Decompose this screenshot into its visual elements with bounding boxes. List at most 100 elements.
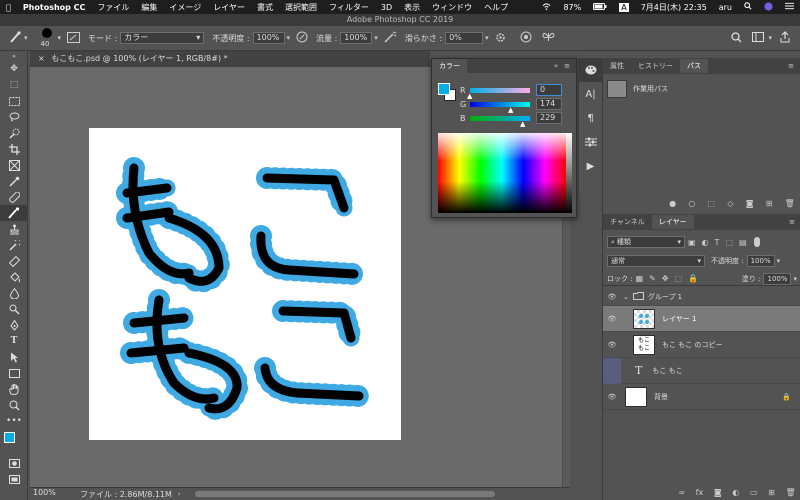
tool-preset-dropdown-icon[interactable]: ▾ <box>24 34 28 42</box>
fill-dropdown-icon[interactable]: ▾ <box>793 275 797 283</box>
smoothing-dropdown-icon[interactable]: ▾ <box>485 34 489 42</box>
layer-style-fx-icon[interactable]: fx <box>696 488 704 497</box>
foreground-color-swatch[interactable] <box>4 432 15 443</box>
notification-center-icon[interactable] <box>779 2 800 12</box>
menu-layer[interactable]: レイヤー <box>207 2 251 13</box>
collapse-panel-icon[interactable]: » <box>554 62 558 70</box>
menu-type[interactable]: 書式 <box>251 2 279 13</box>
g-input[interactable]: 174 <box>536 98 562 110</box>
layer-lock-icon[interactable]: 🔒 <box>782 393 791 401</box>
blur-tool-icon[interactable] <box>0 285 28 301</box>
tab-close-icon[interactable]: × <box>38 54 45 63</box>
menu-help[interactable]: ヘルプ <box>478 2 514 13</box>
screen-mode-icon[interactable] <box>0 471 28 487</box>
tab-channels[interactable]: チャンネル <box>603 215 652 229</box>
b-input[interactable]: 229 <box>536 112 562 124</box>
filter-shape-icon[interactable]: ⬚ <box>725 238 733 247</box>
quick-selection-tool-icon[interactable] <box>0 125 28 141</box>
actions-play-icon[interactable]: ▶ <box>579 154 602 178</box>
add-mask-icon[interactable]: ◙ <box>746 199 754 208</box>
tab-layers[interactable]: レイヤー <box>651 215 694 229</box>
lock-image-icon[interactable]: ✎ <box>649 274 656 283</box>
edit-toolbar-icon[interactable]: ••• <box>0 413 28 429</box>
new-adjustment-layer-icon[interactable]: ◐ <box>732 488 739 497</box>
fill-input[interactable]: 100% <box>763 272 792 285</box>
artboard-tool-icon[interactable]: ⬚ <box>0 77 28 93</box>
lasso-tool-icon[interactable] <box>0 109 28 125</box>
marquee-tool-icon[interactable] <box>0 93 28 109</box>
hand-tool-icon[interactable] <box>0 381 28 397</box>
flow-dropdown-icon[interactable]: ▾ <box>374 34 378 42</box>
color-panel-icon[interactable] <box>579 58 602 82</box>
character-panel-icon[interactable]: A| <box>579 82 602 106</box>
opacity-input[interactable]: 100% <box>252 32 285 44</box>
history-brush-tool-icon[interactable] <box>0 237 28 253</box>
layer-filter-select[interactable]: ⌕ 種類 ▾ <box>607 236 685 248</box>
airbrush-icon[interactable] <box>384 31 397 45</box>
layer-row-background[interactable]: 👁 背景 🔒 <box>603 384 800 410</box>
layer-opacity-dropdown-icon[interactable]: ▾ <box>777 257 781 265</box>
crop-tool-icon[interactable] <box>0 141 28 157</box>
share-icon[interactable] <box>780 31 790 45</box>
visibility-eye-icon[interactable]: 👁 <box>603 341 621 349</box>
clone-stamp-tool-icon[interactable] <box>0 221 28 237</box>
lock-position-icon[interactable]: ✥ <box>662 274 669 283</box>
lock-transparent-icon[interactable]: ▦ <box>636 274 644 283</box>
b-slider[interactable]: ▲ <box>470 115 530 128</box>
g-slider[interactable]: ▲ <box>470 101 530 114</box>
user-name[interactable]: aru <box>713 3 738 12</box>
spotlight-search-icon[interactable] <box>738 2 758 12</box>
fill-path-icon[interactable]: ● <box>669 199 676 208</box>
document-canvas[interactable] <box>89 128 401 440</box>
visibility-toggle-off[interactable] <box>603 357 621 384</box>
search-icon[interactable] <box>731 31 742 45</box>
new-layer-icon[interactable]: ⊞ <box>768 488 775 497</box>
paint-bucket-tool-icon[interactable] <box>0 269 28 285</box>
new-group-icon[interactable]: ▭ <box>750 488 758 497</box>
group-expand-chevron-icon[interactable]: ⌄ <box>623 293 629 301</box>
g-slider-thumb[interactable]: ▲ <box>508 106 513 114</box>
siri-icon[interactable] <box>758 1 779 13</box>
layer-row-group[interactable]: 👁 ⌄ グループ 1 <box>603 288 800 306</box>
eraser-tool-icon[interactable] <box>0 253 28 269</box>
toolbar-collapse-icon[interactable]: » <box>0 51 28 61</box>
menu-window[interactable]: ウィンドウ <box>426 2 478 13</box>
path-selection-tool-icon[interactable] <box>0 349 28 365</box>
document-tab[interactable]: × もこもこ.psd @ 100% (レイヤー 1, RGB/8#) * <box>30 51 430 67</box>
brush-tool-icon[interactable] <box>8 30 22 46</box>
healing-brush-tool-icon[interactable] <box>0 189 28 205</box>
visibility-eye-icon[interactable]: 👁 <box>603 293 621 301</box>
brush-picker-arrow-icon[interactable]: ▾ <box>58 34 62 42</box>
brush-tool-icon[interactable] <box>0 205 28 221</box>
grayscale-ramp[interactable] <box>566 133 572 213</box>
clock[interactable]: 7月4日(木) 22:35 <box>635 2 713 13</box>
workspace-icon[interactable] <box>752 32 765 44</box>
filter-adjustment-icon[interactable]: ◐ <box>702 238 709 247</box>
menu-edit[interactable]: 編集 <box>135 2 163 13</box>
menu-image[interactable]: イメージ <box>163 2 207 13</box>
load-selection-icon[interactable]: ⬚ <box>708 199 716 208</box>
paragraph-panel-icon[interactable]: ¶ <box>579 106 602 130</box>
type-tool-icon[interactable]: T <box>0 333 28 349</box>
delete-layer-icon[interactable]: 🗑 <box>786 488 796 497</box>
link-layers-icon[interactable]: ∞ <box>678 488 685 497</box>
smoothing-input[interactable]: 0% <box>445 32 484 44</box>
tab-color[interactable]: カラー <box>432 59 467 73</box>
color-panel-foreground-swatch[interactable] <box>438 83 450 95</box>
visibility-eye-icon[interactable]: 👁 <box>603 315 621 323</box>
stroke-path-icon[interactable]: ○ <box>688 199 695 208</box>
layer-row-text[interactable]: T もこ もこ <box>603 357 800 384</box>
eyedropper-tool-icon[interactable] <box>0 173 28 189</box>
battery-icon[interactable] <box>587 2 613 12</box>
rectangle-tool-icon[interactable] <box>0 365 28 381</box>
menu-select[interactable]: 選択範囲 <box>279 2 323 13</box>
add-layer-mask-icon[interactable]: ◙ <box>714 488 722 497</box>
pen-tool-icon[interactable] <box>0 317 28 333</box>
filter-type-icon[interactable]: T <box>715 238 720 247</box>
menu-view[interactable]: 表示 <box>398 2 426 13</box>
pressure-opacity-icon[interactable] <box>296 31 308 45</box>
file-size-info[interactable]: ファイル : 2.86M/8.11M <box>80 489 172 500</box>
r-slider[interactable]: ▲ <box>467 87 530 100</box>
color-spectrum[interactable] <box>438 133 566 213</box>
layer-row-copy[interactable]: 👁 もこ もこ もこ もこ のコピー <box>603 332 800 358</box>
